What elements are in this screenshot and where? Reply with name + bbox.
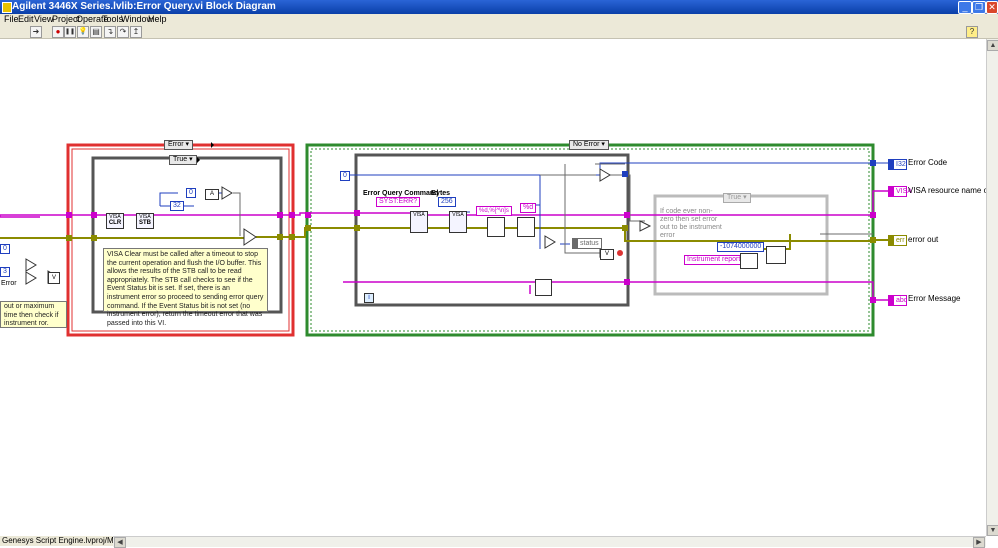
code-nonzero-comment[interactable]: If code ever non-zero then set error out… [660,208,725,240]
step-into-icon[interactable]: ↴ [104,26,116,38]
vertical-scrollbar[interactable]: ▲ ▼ [986,39,998,536]
syst-err-constant[interactable]: SYST:ERR? [376,197,421,207]
visa-read-label: VISA [452,212,464,218]
visa-clear-label: CLR [108,220,122,226]
step-out-icon[interactable]: ↥ [130,26,142,38]
v-node-left[interactable]: V [48,272,60,284]
status-bar-path: Genesys Script Engine.lvproj/My Computer [0,536,115,546]
horizontal-scrollbar[interactable]: ◀ ▶ [113,536,986,548]
format-d-constant[interactable]: %d [520,203,537,213]
title-bar: Agilent 3446X Series.lvlib:Error Query.v… [0,0,998,14]
menu-help[interactable]: Help [148,14,167,25]
visa-resource-out-terminal[interactable]: VISA [888,186,912,197]
const-0[interactable]: 0 [186,188,196,198]
const-32[interactable]: 32 [170,201,184,211]
info-icon[interactable]: i [364,293,374,303]
concatenate-node[interactable] [740,253,758,269]
window-title: Agilent 3446X Series.lvlib:Error Query.v… [12,1,276,12]
code-true-case-selector[interactable]: True ▾ [723,193,751,203]
menu-edit[interactable]: Edit [18,14,34,25]
error-out-terminal[interactable]: err [888,235,907,246]
minimize-button[interactable]: _ [958,1,972,14]
error-case-selector-label: Error [168,141,184,148]
scan-from-string-node[interactable] [487,217,505,237]
v-node-right[interactable]: V [600,249,614,260]
left-partial-const-2[interactable]: 3 [0,267,10,277]
left-partial-const-1[interactable]: 0 [0,244,10,254]
scroll-right-icon[interactable]: ▶ [973,537,985,548]
menu-file[interactable]: File [4,14,19,25]
toolbar: ➜ ● ❚❚ 💡 ▤ ↴ ↷ ↥ ? [0,25,998,39]
and-node[interactable]: A [205,189,219,200]
bytes-constant[interactable]: 256 [438,197,456,207]
const-zero-right[interactable]: 0 [340,171,350,181]
block-diagram-canvas[interactable]: Error ▾ True ▾ No Error ▾ True ▾ 0 3 Err… [0,39,986,536]
visa-stb-node[interactable]: VISA STB [136,213,154,229]
visa-clear-node[interactable]: VISA CLR [106,213,124,229]
menu-bar: File Edit View Project Operate Tools Win… [0,14,998,25]
visa-write-label: VISA [413,212,425,218]
true-case-left-selector[interactable]: True ▾ [169,155,197,165]
pause-icon[interactable]: ❚❚ [64,26,76,38]
left-partial-comment[interactable]: out or maximum time then check if instru… [0,301,67,328]
menu-view[interactable]: View [34,14,53,25]
visa-read-node[interactable]: VISA [449,211,467,233]
error-code-label: Error Code [908,158,948,167]
abort-icon[interactable]: ● [52,26,64,38]
error-cluster-node[interactable] [766,246,786,264]
no-error-case-selector[interactable]: No Error ▾ [569,140,609,150]
error-message-terminal[interactable]: abc [888,295,907,306]
scroll-down-icon[interactable]: ▼ [987,525,998,536]
visa-resource-out-label: VISA resource name out [908,186,986,195]
context-help-icon[interactable]: ? [966,26,978,38]
retain-wire-values-icon[interactable]: ▤ [90,26,102,38]
unbundle-node[interactable] [535,279,552,296]
code-true-case-label: True [727,194,742,201]
close-button[interactable]: ✕ [986,1,998,14]
highlight-execution-icon[interactable]: 💡 [77,26,89,38]
format-into-string-node[interactable] [517,217,535,237]
menu-tools[interactable]: Tools [102,14,123,25]
error-message-label: Error Message [908,294,961,303]
labview-vi-icon [2,2,12,13]
error-code-terminal[interactable]: I32 [888,159,907,170]
scroll-left-icon[interactable]: ◀ [114,537,126,548]
scan-format-constant[interactable]: %d,%[^\n]s [476,206,512,216]
stop-indicator-icon [617,250,623,256]
boolean-wires [233,163,873,254]
visa-clear-comment[interactable]: VISA Clear must be called after a timeou… [103,248,268,327]
visa-stb-label: STB [139,220,151,226]
scroll-up-icon[interactable]: ▲ [987,40,998,51]
left-partial-error-label: Error [1,280,17,287]
true-case-left-label: True [173,156,188,163]
no-error-case-selector-label: No Error [573,141,600,148]
error-out-label: error out [908,235,939,244]
run-arrow-icon[interactable]: ➜ [30,26,42,38]
step-over-icon[interactable]: ↷ [117,26,129,38]
restore-button[interactable]: ❐ [972,1,986,14]
error-case-selector[interactable]: Error ▾ [164,140,194,150]
visa-write-node[interactable]: VISA [410,211,428,233]
error-code-constant[interactable]: -1074000000 [717,242,765,252]
status-indicator[interactable]: status [572,238,602,249]
